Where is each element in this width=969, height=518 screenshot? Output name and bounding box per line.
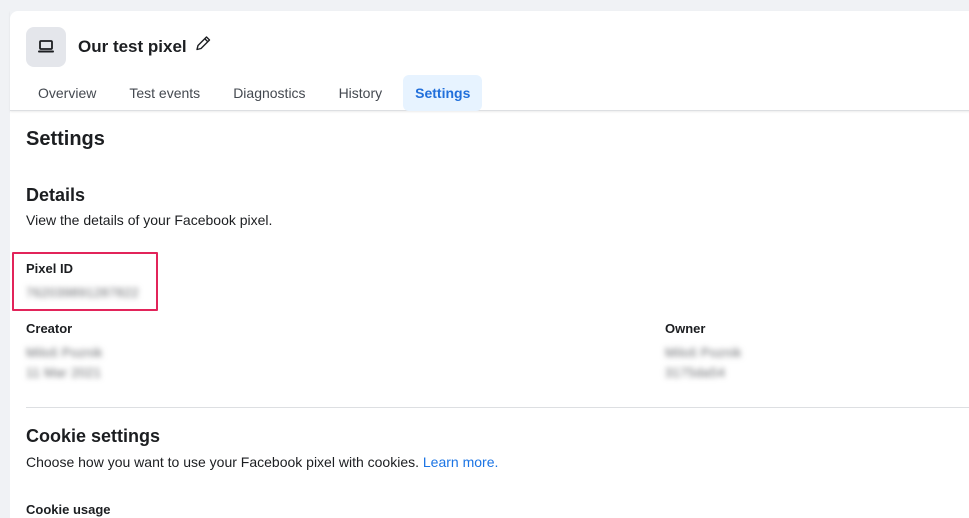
section-divider <box>26 407 969 408</box>
cookie-description: Choose how you want to use your Facebook… <box>26 454 498 470</box>
pixel-settings-card: Our test pixel Overview Test events Diag… <box>10 11 969 518</box>
page-title: Settings <box>26 128 105 150</box>
laptop-icon <box>26 27 66 67</box>
creator-label: Creator <box>26 321 73 336</box>
pixel-id-label: Pixel ID <box>26 261 73 276</box>
pixel-name: Our test pixel <box>78 37 187 56</box>
tab-settings[interactable]: Settings <box>403 75 483 111</box>
owner-name: Miloš Poznik <box>665 345 742 360</box>
tab-history[interactable]: History <box>327 75 395 111</box>
cookie-settings-title: Cookie settings <box>26 426 161 446</box>
tab-overview[interactable]: Overview <box>26 75 108 111</box>
creator-date: 11 Mar 2021 <box>26 365 102 380</box>
pixel-id-value: 762039891287822 <box>26 285 139 300</box>
details-title: Details <box>26 185 86 205</box>
pixel-header: Our test pixel Overview Test events Diag… <box>10 11 969 111</box>
pencil-icon[interactable] <box>193 34 213 54</box>
owner-id: 3175da54 <box>665 365 726 380</box>
owner-label: Owner <box>665 321 706 336</box>
cookie-description-text: Choose how you want to use your Facebook… <box>26 454 419 470</box>
tab-test-events[interactable]: Test events <box>117 75 212 111</box>
learn-more-link[interactable]: Learn more. <box>423 454 498 470</box>
cookie-usage-label: Cookie usage <box>26 502 111 517</box>
creator-name: Miloš Poznik <box>26 345 103 360</box>
pixel-tabs: Overview Test events Diagnostics History… <box>26 75 491 111</box>
details-description: View the details of your Facebook pixel. <box>26 212 273 228</box>
tab-diagnostics[interactable]: Diagnostics <box>221 75 317 111</box>
